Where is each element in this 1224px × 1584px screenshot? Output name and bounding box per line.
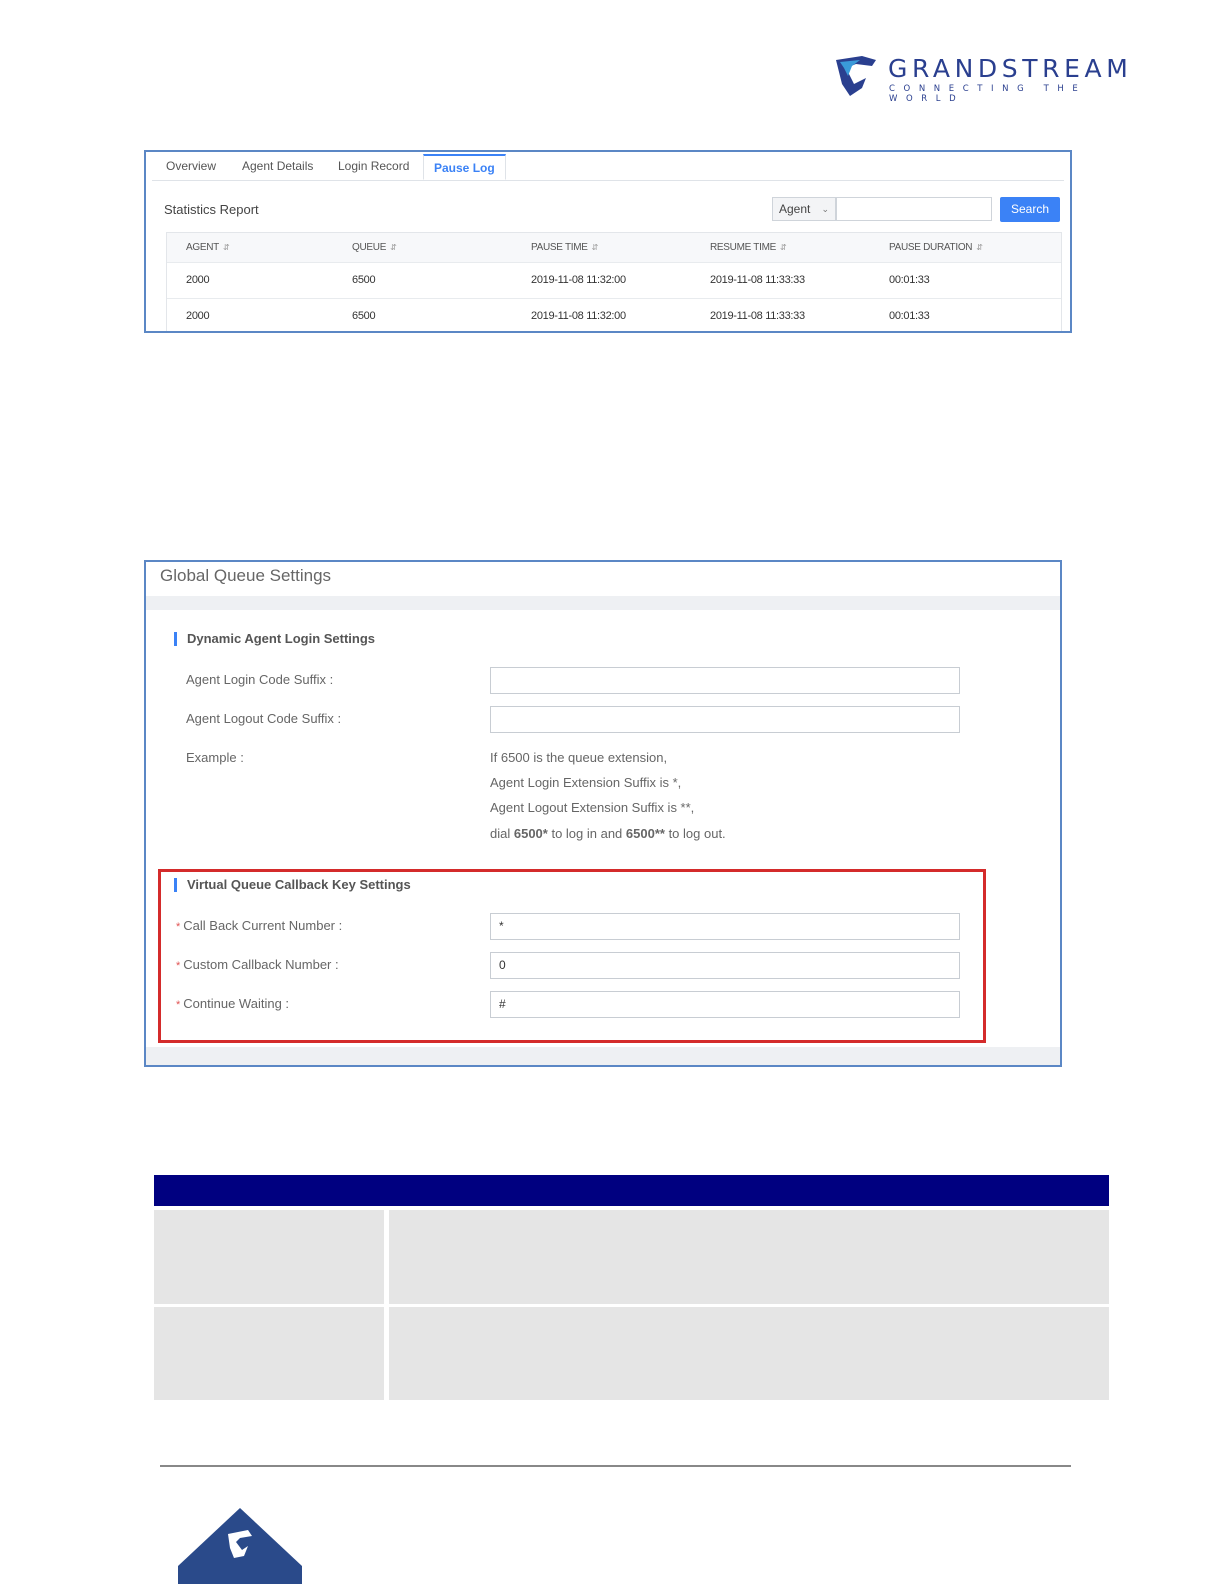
tab-login-record[interactable]: Login Record (338, 154, 409, 180)
cell-resume-time: 2019-11-08 11:33:33 (710, 310, 805, 322)
col-pause-time[interactable]: PAUSE TIME ⇵ (531, 233, 598, 262)
cell-agent: 2000 (186, 310, 210, 322)
filter-select-value: Agent (779, 202, 811, 216)
grandstream-swirl-icon (836, 56, 876, 96)
highlight-box (158, 869, 986, 1043)
login-suffix-input[interactable] (490, 667, 960, 694)
table-header: AGENT ⇵ QUEUE ⇵ PAUSE TIME ⇵ RESUME TIME ⇵ P… (167, 233, 1061, 263)
table-cell (389, 1307, 1109, 1400)
logo-wordmark: GRANDSTREAM (888, 54, 1133, 83)
search-button[interactable]: Search (1000, 197, 1060, 222)
pause-log-table: AGENT ⇵ QUEUE ⇵ PAUSE TIME ⇵ RESUME TIME ⇵ P… (166, 232, 1062, 331)
report-tabs: Overview Agent Details Login Record Paus… (152, 154, 1064, 181)
example-line: If 6500 is the queue extension, (490, 750, 668, 765)
cell-queue: 6500 (352, 274, 376, 286)
cell-resume-time: 2019-11-08 11:33:33 (710, 274, 805, 286)
example-label: Example : (186, 750, 244, 765)
sort-icon: ⇵ (976, 243, 983, 252)
table-cell (389, 1210, 1109, 1304)
page-title: Global Queue Settings (160, 566, 332, 585)
logout-suffix-input[interactable] (490, 706, 960, 733)
logout-suffix-label: Agent Logout Code Suffix : (186, 711, 342, 726)
tab-agent-details[interactable]: Agent Details (242, 154, 313, 180)
example-line: Agent Logout Extension Suffix is **, (490, 800, 695, 815)
tab-pause-log[interactable]: Pause Log (423, 154, 506, 180)
example-line: Agent Login Extension Suffix is *, (490, 775, 682, 790)
col-resume-time[interactable]: RESUME TIME ⇵ (710, 233, 787, 262)
search-input[interactable] (836, 197, 992, 221)
grandstream-logo: GRANDSTREAM CONNECTING THE WORLD (832, 52, 1162, 104)
footer-band (146, 1047, 1060, 1065)
col-pause-duration[interactable]: PAUSE DURATION ⇵ (889, 233, 983, 262)
cell-pause-time: 2019-11-08 11:32:00 (531, 310, 626, 322)
cell-pause-duration: 00:01:33 (889, 310, 930, 322)
login-suffix-label: Agent Login Code Suffix : (186, 672, 334, 687)
table-cell (154, 1210, 384, 1304)
tab-overview[interactable]: Overview (166, 154, 216, 180)
example-line: dial 6500* to log in and 6500** to log o… (490, 826, 726, 841)
filter-select[interactable]: Agent ⌄ (772, 197, 836, 221)
table-header-band (154, 1175, 1109, 1206)
section-title-dynamic: Dynamic Agent Login Settings (174, 632, 375, 646)
cell-pause-duration: 00:01:33 (889, 274, 930, 286)
sort-icon: ⇵ (591, 243, 599, 252)
report-title: Statistics Report (164, 202, 259, 217)
cell-pause-time: 2019-11-08 11:32:00 (531, 274, 626, 286)
table-row: 2000 6500 2019-11-08 11:32:00 2019-11-08… (167, 263, 1061, 299)
sort-icon: ⇵ (222, 243, 230, 252)
table-row: 2000 6500 2019-11-08 11:32:00 2019-11-08… (167, 299, 1061, 331)
pause-log-screenshot: Overview Agent Details Login Record Paus… (144, 150, 1072, 333)
chevron-down-icon: ⌄ (821, 204, 829, 214)
col-agent[interactable]: AGENT ⇵ (186, 233, 230, 262)
footer-logo-icon (178, 1508, 302, 1584)
col-queue[interactable]: QUEUE ⇵ (352, 233, 397, 262)
divider (146, 596, 1060, 610)
footer-rule (160, 1465, 1071, 1467)
cell-queue: 6500 (352, 310, 376, 322)
table-cell (154, 1307, 384, 1400)
global-queue-settings-screenshot: Global Queue Settings Dynamic Agent Logi… (144, 560, 1062, 1067)
sort-icon: ⇵ (779, 243, 787, 252)
cell-agent: 2000 (186, 274, 210, 286)
sort-icon: ⇵ (390, 243, 397, 252)
logo-tagline: CONNECTING THE WORLD (889, 84, 1087, 104)
